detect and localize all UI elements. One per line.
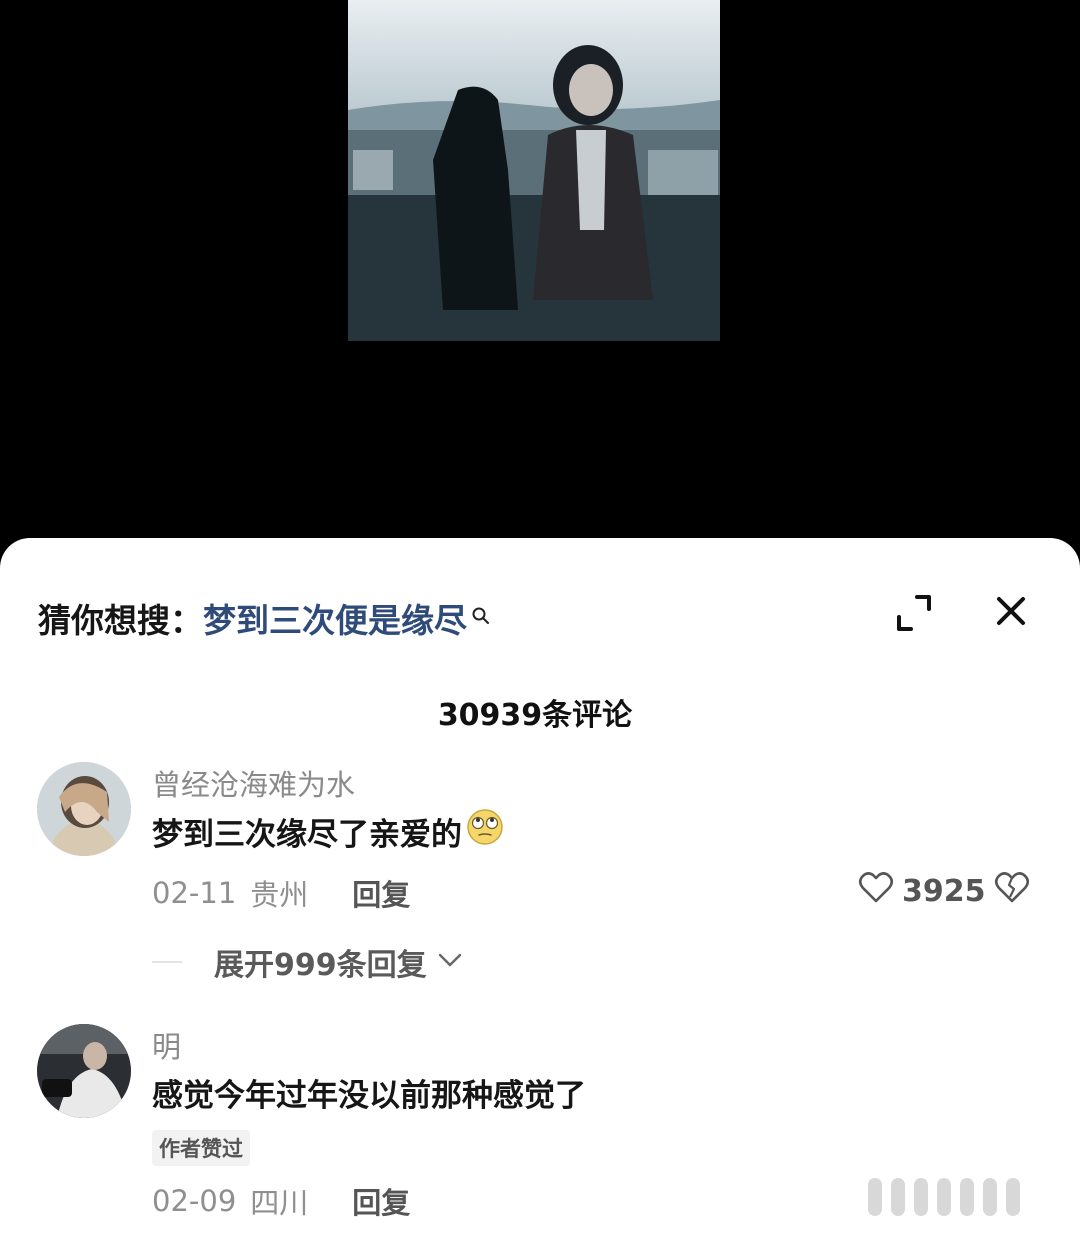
- broken-heart-icon[interactable]: [994, 870, 1030, 912]
- comment-text: 梦到三次缘尽了亲爱的: [152, 808, 504, 854]
- close-icon[interactable]: [993, 593, 1029, 629]
- expand-replies-button[interactable]: 展开999条回复: [152, 940, 463, 984]
- comment-username[interactable]: 曾经沧海难为水: [152, 762, 355, 804]
- search-suggestion[interactable]: 猜你想搜： 梦到三次便是缘尽: [38, 594, 491, 642]
- comment-count: 30939条评论: [437, 698, 633, 733]
- comment-sheet: 猜你想搜： 梦到三次便是缘尽 30939条评论 曾经沧海难为水 梦到三次缘尽了亲…: [0, 538, 1080, 1243]
- comment-location: 贵州: [250, 878, 309, 912]
- comment-date: 02-09: [152, 1184, 237, 1218]
- avatar[interactable]: [37, 1024, 131, 1118]
- comment-date: 02-11: [152, 876, 237, 910]
- comment-meta: 02-09 四川 回复: [152, 1180, 410, 1222]
- search-suggestion-term[interactable]: 梦到三次便是缘尽: [203, 594, 467, 642]
- comment-username[interactable]: 明: [152, 1024, 181, 1066]
- faded-bar: [983, 1178, 997, 1216]
- comment-text-body: 感觉今年过年没以前那种感觉了: [152, 1078, 586, 1114]
- heart-icon[interactable]: [858, 870, 894, 912]
- video-area[interactable]: [0, 0, 1080, 560]
- expand-icon[interactable]: [893, 593, 935, 635]
- comment-location: 四川: [250, 1186, 309, 1220]
- search-suggestion-prefix: 猜你想搜：: [38, 601, 203, 640]
- reply-button[interactable]: 回复: [352, 1180, 410, 1222]
- chevron-down-icon: [437, 951, 463, 973]
- faded-bar: [1006, 1178, 1020, 1216]
- faded-bar: [937, 1178, 951, 1216]
- divider: [152, 961, 182, 963]
- reply-button[interactable]: 回复: [352, 872, 410, 914]
- author-liked-badge: 作者赞过: [152, 1130, 250, 1166]
- faded-bar: [868, 1178, 882, 1216]
- comment-meta: 02-11 贵州 回复: [152, 872, 410, 914]
- like-count: 3925: [902, 873, 986, 909]
- comment-text-body: 梦到三次缘尽了亲爱的: [152, 816, 462, 853]
- video-thumbnail[interactable]: [348, 0, 720, 341]
- faded-bar: [914, 1178, 928, 1216]
- comment-text: 感觉今年过年没以前那种感觉了: [152, 1070, 586, 1115]
- faded-bar: [891, 1178, 905, 1216]
- faded-bar: [960, 1178, 974, 1216]
- eye-roll-emoji-icon: [466, 808, 504, 854]
- search-icon: [471, 595, 491, 634]
- expand-replies-label: 展开999条回复: [214, 948, 427, 983]
- like-group: 3925: [858, 870, 1030, 912]
- faded-like-group: [868, 1178, 1020, 1216]
- avatar[interactable]: [37, 762, 131, 856]
